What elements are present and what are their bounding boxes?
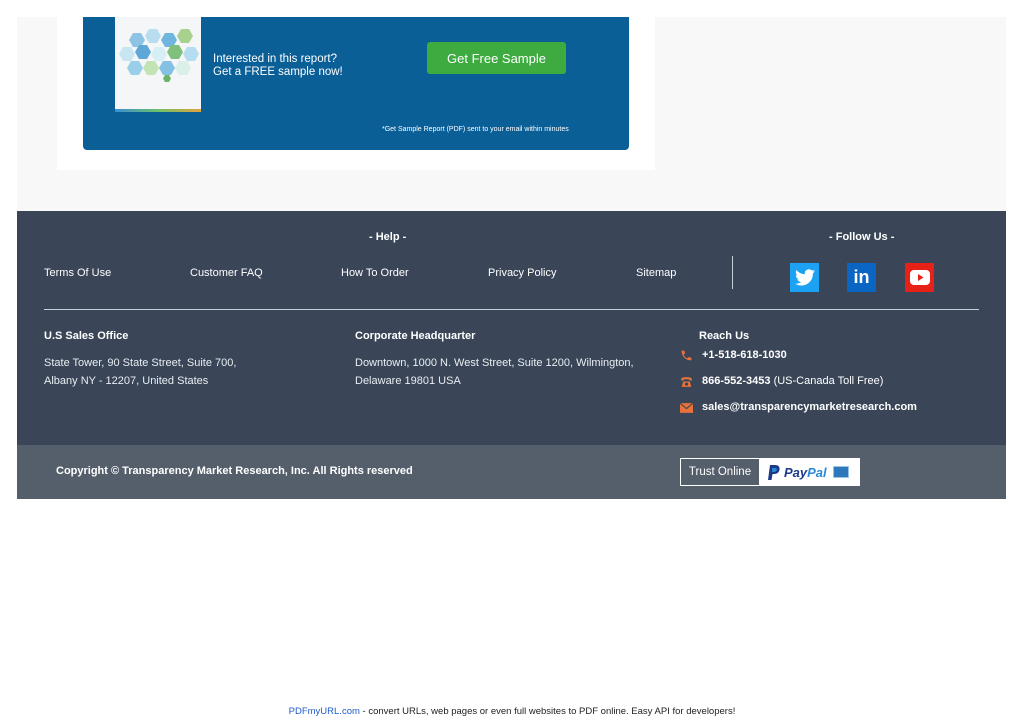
hex-shape xyxy=(119,47,135,61)
phone-icon xyxy=(680,349,693,365)
help-heading: - Help - xyxy=(369,231,407,243)
trust-online-badge: Trust Online xyxy=(680,458,760,486)
pdf-footer-text: - convert URLs, web pages or even full w… xyxy=(359,706,736,717)
footer-vertical-divider xyxy=(732,256,733,289)
banner-line-2: Get a FREE sample now! xyxy=(213,66,343,78)
youtube-play-icon xyxy=(909,270,930,285)
hex-shape xyxy=(151,47,167,61)
hex-shape xyxy=(127,61,143,75)
footer-link-privacy[interactable]: Privacy Policy xyxy=(488,267,556,279)
email-icon xyxy=(679,402,694,416)
copyright-text: Copyright © Transparency Market Research… xyxy=(56,465,413,477)
hq-heading: Corporate Headquarter xyxy=(355,330,476,342)
linkedin-icon[interactable]: in xyxy=(847,263,876,292)
hex-shape xyxy=(145,29,161,43)
footer-horizontal-divider xyxy=(44,309,979,310)
phone-number[interactable]: +1-518-618-1030 xyxy=(702,349,787,361)
hex-shape xyxy=(163,75,171,82)
cover-stripe xyxy=(115,109,201,112)
tollfree-note: (US-Canada Toll Free) xyxy=(773,375,884,387)
us-office-line-1: State Tower, 90 State Street, Suite 700, xyxy=(44,357,237,369)
hex-shape xyxy=(135,45,151,59)
copyright-bar: Copyright © Transparency Market Research… xyxy=(17,445,1006,499)
banner-line-1: Interested in this report? xyxy=(213,53,338,65)
paypal-p-icon xyxy=(768,464,780,480)
banner-text: Interested in this report? Get a FREE sa… xyxy=(213,53,343,79)
paypal-logo-text: PayPal xyxy=(784,465,827,480)
us-office-address: State Tower, 90 State Street, Suite 700,… xyxy=(44,355,236,390)
desk-phone-icon xyxy=(681,377,692,387)
amex-card-icon xyxy=(832,466,849,478)
telephone-icon xyxy=(680,376,693,391)
tollfree-line[interactable]: 866-552-3453 (US-Canada Toll Free) xyxy=(702,375,883,387)
email-link[interactable]: sales@transparencymarketresearch.com xyxy=(702,401,917,413)
pdf-converter-footer: PDFmyURL.com - convert URLs, web pages o… xyxy=(0,706,1024,717)
hq-line-1: Downtown, 1000 N. West Street, Suite 120… xyxy=(355,357,634,369)
get-free-sample-button[interactable]: Get Free Sample xyxy=(427,42,566,74)
paypal-pay: Pay xyxy=(784,464,808,480)
follow-heading: - Follow Us - xyxy=(829,231,895,243)
tollfree-number: 866-552-3453 xyxy=(702,375,771,387)
reach-heading: Reach Us xyxy=(699,330,750,342)
hq-address: Downtown, 1000 N. West Street, Suite 120… xyxy=(355,355,634,390)
us-office-heading: U.S Sales Office xyxy=(44,330,129,342)
hex-shape xyxy=(129,33,145,47)
us-office-line-2: Albany NY - 12207, United States xyxy=(44,374,209,387)
pdfmyurl-link[interactable]: PDFmyURL.com xyxy=(289,706,360,717)
hq-line-2: Delaware 19801 USA xyxy=(355,374,461,387)
paypal-badge: PayPal xyxy=(760,458,860,486)
hex-shape xyxy=(143,61,159,75)
footer-link-sitemap[interactable]: Sitemap xyxy=(636,267,676,279)
hex-shape xyxy=(183,47,199,61)
hex-shape xyxy=(175,61,191,75)
paypal-pal: Pal xyxy=(807,464,827,480)
footer-link-order[interactable]: How To Order xyxy=(341,267,409,279)
hex-shape xyxy=(159,61,175,75)
footer-link-terms[interactable]: Terms Of Use xyxy=(44,267,111,279)
phone-handset-icon xyxy=(681,350,692,361)
twitter-bird-icon xyxy=(794,269,815,286)
hex-shape xyxy=(161,33,177,47)
youtube-icon[interactable] xyxy=(905,263,934,292)
hex-shape xyxy=(167,45,183,59)
footer-link-faq[interactable]: Customer FAQ xyxy=(190,267,263,279)
banner-note: *Get Sample Report (PDF) sent to your em… xyxy=(382,126,569,133)
report-cover-image xyxy=(115,17,201,112)
envelope-icon xyxy=(679,402,694,413)
site-footer: - Help - - Follow Us - Terms Of Use Cust… xyxy=(17,211,1006,445)
hex-shape xyxy=(177,29,193,43)
twitter-icon[interactable] xyxy=(790,263,819,292)
